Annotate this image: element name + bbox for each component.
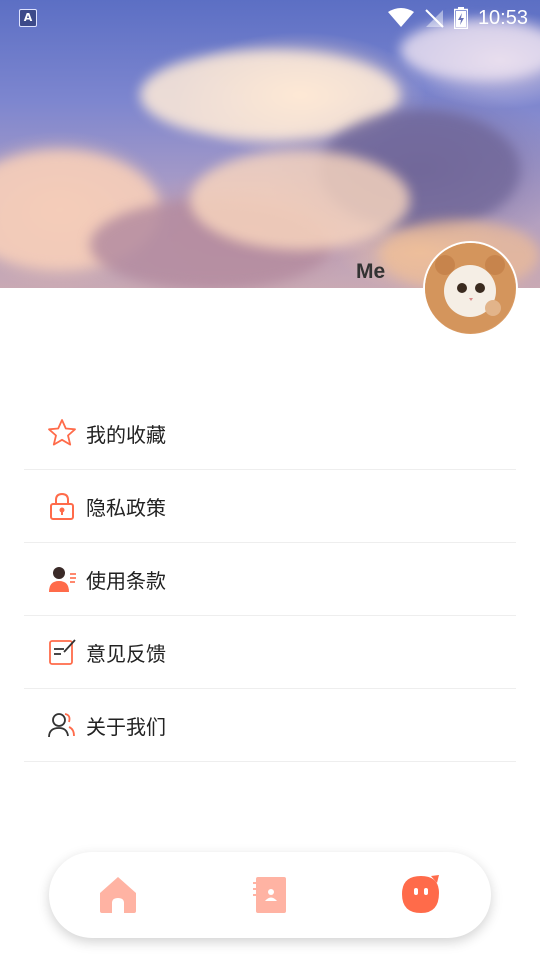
- feedback-edit-icon: [47, 637, 77, 667]
- menu-item-terms-of-use[interactable]: 使用条款: [24, 543, 516, 616]
- menu-item-about-us[interactable]: 关于我们: [24, 689, 516, 762]
- lock-icon: [47, 491, 77, 521]
- me-face-icon: [402, 875, 439, 913]
- menu-item-label: 使用条款: [86, 568, 166, 593]
- menu-item-label: 意见反馈: [86, 641, 166, 666]
- avatar[interactable]: [425, 243, 516, 334]
- wifi-icon: [387, 8, 414, 27]
- star-icon: [47, 418, 77, 448]
- users-icon: [47, 710, 77, 740]
- menu-item-favorites[interactable]: 我的收藏: [24, 397, 516, 470]
- settings-menu: 我的收藏 隐私政策 使用条款 意见反馈 关于我们: [24, 397, 516, 762]
- app-notification-icon: A: [19, 9, 37, 27]
- menu-item-feedback[interactable]: 意见反馈: [24, 616, 516, 689]
- bottom-tab-bar: [49, 852, 491, 938]
- profile-name: Me: [356, 260, 386, 283]
- home-icon: [100, 877, 136, 913]
- menu-item-privacy-policy[interactable]: 隐私政策: [24, 470, 516, 543]
- tab-contacts[interactable]: [246, 871, 294, 919]
- user-terms-icon: [47, 564, 77, 594]
- status-bar: A 10:53: [0, 0, 540, 36]
- status-indicators: 10:53: [387, 6, 528, 30]
- no-signal-icon: [425, 9, 444, 28]
- contacts-book-icon: [253, 877, 286, 913]
- tab-home[interactable]: [94, 871, 142, 919]
- tab-me[interactable]: [397, 871, 445, 919]
- menu-item-label: 关于我们: [86, 714, 166, 739]
- status-time: 10:53: [477, 6, 528, 29]
- cat-avatar-image: [425, 243, 515, 333]
- battery-charging-icon: [453, 7, 468, 29]
- menu-item-label: 隐私政策: [86, 495, 166, 520]
- menu-item-label: 我的收藏: [86, 422, 166, 447]
